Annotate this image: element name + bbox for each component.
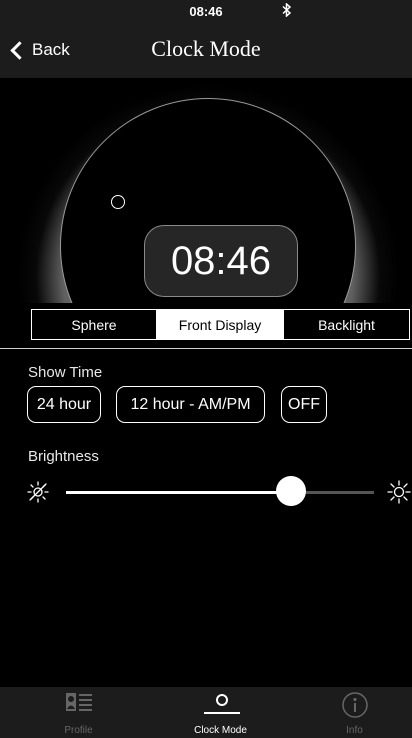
24-hour-button[interactable]: 24 hour (27, 386, 101, 423)
status-bar: 08:46 (0, 0, 412, 22)
tab-clock-mode[interactable]: Clock Mode (152, 687, 289, 738)
tab-bar: Profile Clock Mode Info (0, 687, 412, 738)
tab-info-label: Info (346, 725, 363, 736)
front-display-time: 08:46 (144, 225, 298, 297)
tab-info[interactable]: Info (286, 687, 412, 738)
show-time-label: Show Time (28, 364, 103, 381)
tab-profile[interactable]: Profile (10, 687, 147, 738)
segment-sphere[interactable]: Sphere (32, 310, 156, 339)
front-display-time-text: 08:46 (170, 238, 272, 283)
segment-front-display[interactable]: Front Display (156, 310, 284, 339)
segment-backlight[interactable]: Backlight (284, 310, 409, 339)
brightness-slider-fill (66, 491, 291, 494)
tab-clock-mode-label: Clock Mode (194, 725, 247, 736)
profile-icon (65, 691, 93, 722)
12-hour-ampm-button[interactable]: 12 hour - AM/PM (116, 386, 265, 423)
status-time: 08:46 (189, 4, 223, 19)
brightness-slider-thumb[interactable] (275, 476, 306, 506)
brightness-slider-track[interactable] (66, 491, 374, 494)
sphere-preview: 08:46 (0, 78, 412, 303)
brightness-label: Brightness (28, 448, 99, 465)
brightness-high-icon (387, 480, 411, 504)
tab-profile-label: Profile (64, 725, 93, 736)
clock-mode-icon (202, 691, 242, 722)
sphere-dot-indicator (111, 195, 125, 209)
page-title: Clock Mode (151, 36, 261, 61)
display-segmented-control: Sphere Front Display Backlight (31, 309, 410, 340)
nav-bar: Back Clock Mode (0, 22, 412, 78)
bluetooth-icon (282, 2, 292, 20)
info-icon (341, 691, 369, 724)
divider (0, 348, 412, 349)
off-button[interactable]: OFF (281, 386, 327, 423)
brightness-low-icon (26, 480, 50, 504)
